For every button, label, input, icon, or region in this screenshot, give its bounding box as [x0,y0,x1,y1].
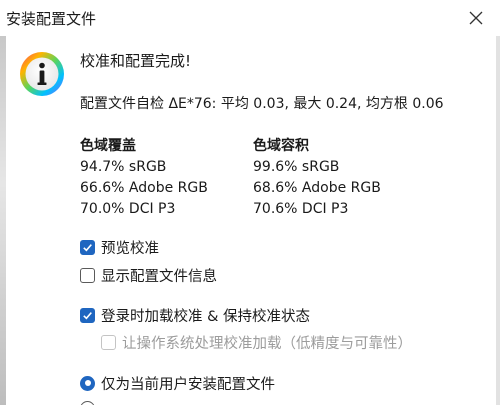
window-right-edge [496,36,500,405]
install-current-user-radio[interactable] [80,375,95,391]
os-handle-calibration-checkbox [101,334,116,350]
profile-self-check: 配置文件自检 ΔE*76: 平均 0.03, 最大 0.24, 均方根 0.06 [80,96,444,112]
window-title: 安装配置文件 [6,10,97,28]
install-system-default-radio[interactable] [80,400,95,405]
os-handle-calibration-option: 让操作系统处理校准加载（低精度与可靠性） [101,332,412,352]
show-profile-info-option[interactable]: 显示配置文件信息 [80,265,217,285]
load-on-login-option[interactable]: 登录时加载校准 & 保持校准状态 [80,305,310,325]
gamut-coverage-title: 色域覆盖 [80,138,136,154]
checkmark-icon [83,311,92,319]
coverage-adobe-rgb: 66.6% Adobe RGB [80,180,208,196]
gamut-coverage: 色域覆盖 94.7% sRGB 66.6% Adobe RGB 70.0% DC… [80,136,208,220]
gamut-volume-title: 色域容积 [253,138,309,154]
os-handle-calibration-label: 让操作系统处理校准加载（低精度与可靠性） [122,335,412,352]
install-profile-dialog: 安装配置文件 校准和配置完成! 配置文件自检 ΔE*76: 平均 0.03, 最… [0,0,500,405]
preview-calibration-option[interactable]: 预览校准 [80,237,159,257]
load-on-login-checkbox[interactable] [80,307,95,323]
close-icon [469,11,483,25]
gamut-volume: 色域容积 99.6% sRGB 68.6% Adobe RGB 70.6% DC… [253,136,381,220]
title-bar: 安装配置文件 [0,0,500,36]
info-icon [20,52,64,96]
coverage-dci-p3: 70.0% DCI P3 [80,201,176,217]
checkmark-icon [83,243,92,251]
close-button[interactable] [464,6,488,30]
volume-srgb: 99.6% sRGB [253,159,340,175]
volume-dci-p3: 70.6% DCI P3 [253,201,349,217]
load-on-login-label: 登录时加载校准 & 保持校准状态 [101,308,311,325]
coverage-srgb: 94.7% sRGB [80,159,167,175]
window-left-edge [0,36,6,405]
install-current-user-label: 仅为当前用户安装配置文件 [101,376,275,393]
preview-calibration-label: 预览校准 [101,240,159,257]
show-profile-info-label: 显示配置文件信息 [101,268,217,285]
show-profile-info-checkbox[interactable] [80,267,95,283]
install-current-user-option[interactable]: 仅为当前用户安装配置文件 [80,373,275,393]
preview-calibration-checkbox[interactable] [80,239,95,255]
install-system-default-option[interactable] [80,398,101,405]
volume-adobe-rgb: 68.6% Adobe RGB [253,180,381,196]
completion-heading: 校准和配置完成! [80,52,192,70]
